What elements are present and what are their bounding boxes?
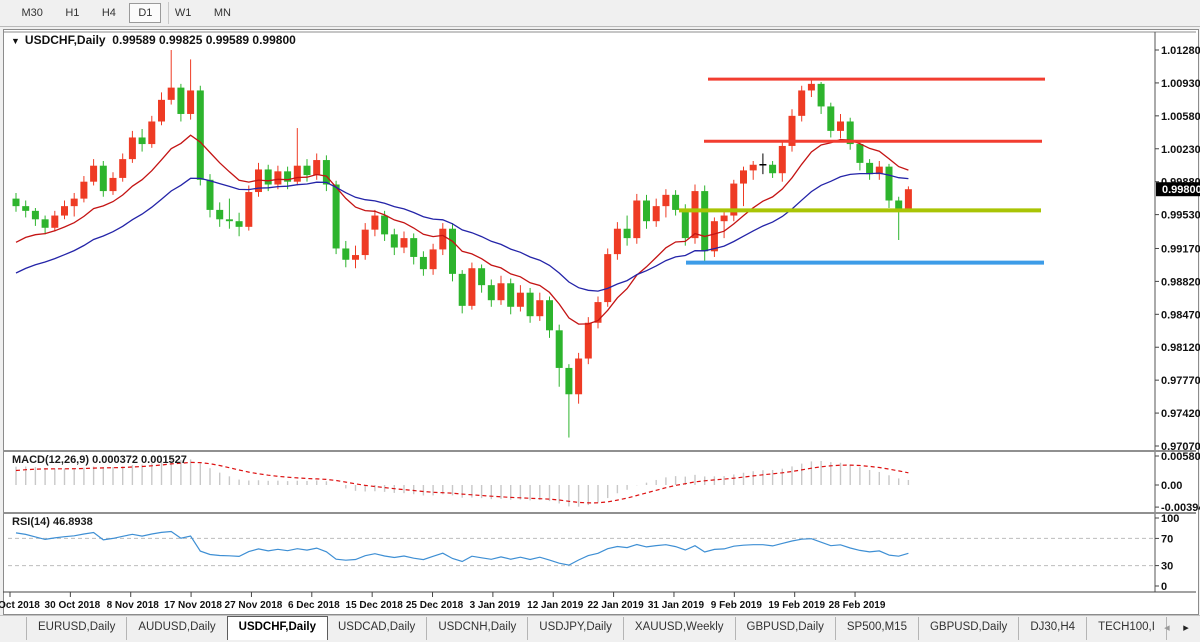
tab-scroll-arrows: ◂ ▸ [1159,621,1194,634]
date-axis[interactable]: 20 Oct 2018 30 Oct 2018 8 Nov 2018 17 Nov 2… [0,592,886,611]
macd-panel[interactable]: 0.0058020.00-0.003945 [16,451,1200,514]
chart-title-ohlc: 0.99589 0.99825 0.99589 0.99800 [112,33,296,47]
rsi-axis-label: 100 [1161,513,1179,525]
svg-text:0.99800: 0.99800 [1162,184,1200,196]
date-axis-label: 12 Jan 2019 [527,600,584,611]
chart-tab-sp500-m15[interactable]: SP500,M15 [836,617,919,640]
chart-tab-tech100-i[interactable]: TECH100,I [1087,617,1167,640]
candlestick-series[interactable] [13,50,912,438]
macd-axis-label: 0.005802 [1161,451,1200,463]
chart-title: ▼ USDCHF,Daily 0.99589 0.99825 0.99589 0.… [11,33,296,47]
date-axis-label: 19 Feb 2019 [768,600,825,611]
rsi-line [16,532,908,566]
price-axis-label: 1.00230 [1161,144,1200,156]
chart-tab-gbpusd-daily[interactable]: GBPUSD,Daily [736,617,836,640]
rsi-axis-label: 30 [1161,561,1173,573]
date-axis-label: 27 Nov 2018 [225,600,283,611]
tab-scroll-left-icon[interactable]: ◂ [1159,621,1175,634]
chart-tab-eurusd-daily[interactable]: EURUSD,Daily [26,617,127,640]
date-axis-label: 28 Feb 2019 [829,600,886,611]
date-axis-label: 30 Oct 2018 [45,600,101,611]
date-axis-label: 17 Nov 2018 [164,600,222,611]
price-axis-label: 1.00580 [1161,111,1200,123]
current-price-tag: 0.99800 [1156,182,1200,196]
symbol-dropdown-icon[interactable]: ▼ [11,36,20,46]
date-axis-label: 8 Nov 2018 [107,600,160,611]
chart-tab-bar: EURUSD,DailyAUDUSD,DailyUSDCHF,DailyUSDC… [0,615,1200,642]
price-axis-label: 0.98470 [1161,309,1200,321]
price-axis-label: 1.01280 [1161,45,1200,57]
chart-title-symbol: USDCHF,Daily [25,33,106,47]
mt4-application: M30 H1 H4 D1 W1 MN 1.012801.009301.00580… [0,0,1200,642]
chart-tab-usdjpy-daily[interactable]: USDJPY,Daily [528,617,624,640]
price-axis-label: 0.97770 [1161,375,1200,387]
price-axis-label: 1.00930 [1161,78,1200,90]
chart-tab-audusd-daily[interactable]: AUDUSD,Daily [127,617,227,640]
price-axis-label: 0.99530 [1161,210,1200,222]
chart-tab-dj30-h4[interactable]: DJ30,H4 [1019,617,1087,640]
date-axis-label: 25 Dec 2018 [406,600,464,611]
macd-axis-label: 0.00 [1161,480,1182,492]
date-axis-label: 3 Jan 2019 [470,600,521,611]
price-axis-label: 0.98820 [1161,276,1200,288]
chart-tab-usdchf-daily[interactable]: USDCHF,Daily [227,616,328,640]
price-axis-label: 0.97420 [1161,408,1200,420]
rsi-panel[interactable]: 100 70 30 0 [8,513,1179,593]
macd-indicator-label: MACD(12,26,9) 0.000372 0.001527 [12,454,187,466]
date-axis-label: 6 Dec 2018 [288,600,340,611]
chart-canvas[interactable]: 1.012801.009301.005801.002300.998800.995… [0,0,1200,642]
rsi-axis-label: 70 [1161,533,1173,545]
tab-scroll-right-icon[interactable]: ▸ [1178,621,1194,634]
date-axis-label: 20 Oct 2018 [0,600,40,611]
rsi-indicator-label: RSI(14) 46.8938 [12,516,93,528]
price-axis[interactable]: 1.012801.009301.005801.002300.998800.995… [1155,45,1200,453]
date-axis-label: 15 Dec 2018 [346,600,404,611]
date-axis-label: 31 Jan 2019 [648,600,705,611]
rsi-axis-label: 0 [1161,581,1167,593]
date-axis-label: 9 Feb 2019 [711,600,763,611]
chart-tab-gbpusd-daily[interactable]: GBPUSD,Daily [919,617,1019,640]
chart-tabs: EURUSD,DailyAUDUSD,DailyUSDCHF,DailyUSDC… [26,616,1167,642]
date-axis-label: 22 Jan 2019 [588,600,645,611]
price-axis-label: 0.98120 [1161,342,1200,354]
chart-tab-usdcnh-daily[interactable]: USDCNH,Daily [427,617,528,640]
chart-tab-xauusd-weekly[interactable]: XAUUSD,Weekly [624,617,736,640]
chart-tab-usdcad-daily[interactable]: USDCAD,Daily [327,617,427,640]
price-axis-label: 0.99170 [1161,243,1200,255]
